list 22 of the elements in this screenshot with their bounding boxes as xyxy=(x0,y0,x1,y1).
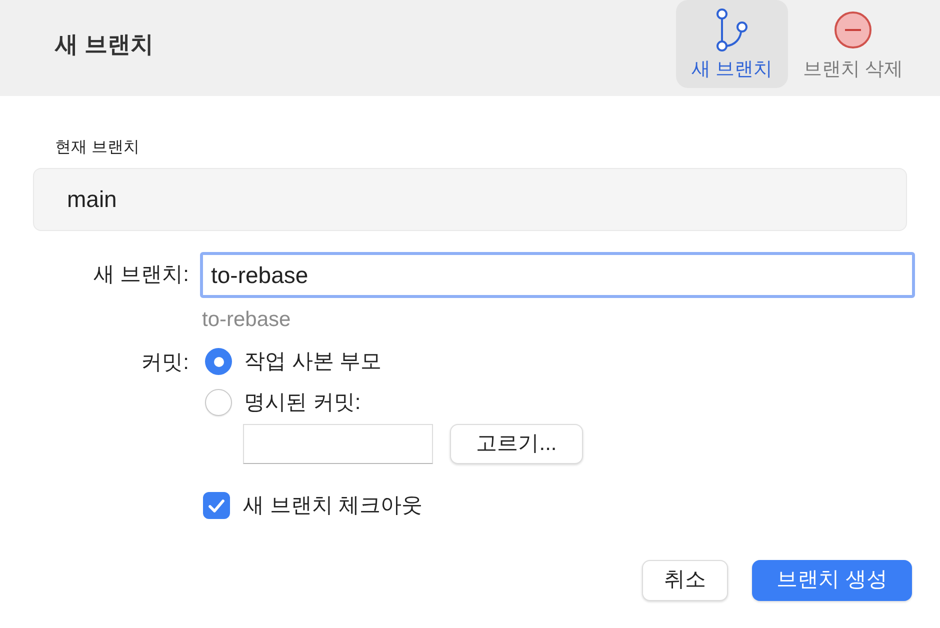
cancel-button[interactable]: 취소 xyxy=(642,560,728,600)
radio-button[interactable] xyxy=(205,348,232,375)
radio-label: 명시된 커밋: xyxy=(244,390,361,416)
branch-name-input[interactable]: to-rebase xyxy=(200,252,915,298)
create-branch-button[interactable]: 브랜치 생성 xyxy=(752,560,912,600)
toolbar-button[interactable]: 새 브랜치 xyxy=(676,0,788,88)
choose-button[interactable]: 고르기... xyxy=(450,424,583,464)
checkbox[interactable] xyxy=(203,492,230,520)
toolbar-button[interactable]: 브랜치 삭제 xyxy=(797,0,909,88)
radio-button[interactable] xyxy=(205,389,232,416)
field-label: 커밋: xyxy=(141,350,189,376)
radio-label: 작업 사본 부모 xyxy=(244,348,382,375)
branch-icon xyxy=(715,8,749,52)
branch-name-hint: to-rebase xyxy=(202,307,291,334)
window-title: 새 브랜치 xyxy=(55,30,154,59)
field-label: 새 브랜치: xyxy=(93,262,189,288)
checkbox-label: 새 브랜치 체크아웃 xyxy=(243,493,423,519)
section-label: 현재 브랜치 xyxy=(55,139,140,156)
minus-circle-icon xyxy=(834,11,872,49)
check-icon xyxy=(208,498,225,513)
current-branch-field: main xyxy=(33,168,907,231)
commit-input[interactable] xyxy=(243,424,433,464)
